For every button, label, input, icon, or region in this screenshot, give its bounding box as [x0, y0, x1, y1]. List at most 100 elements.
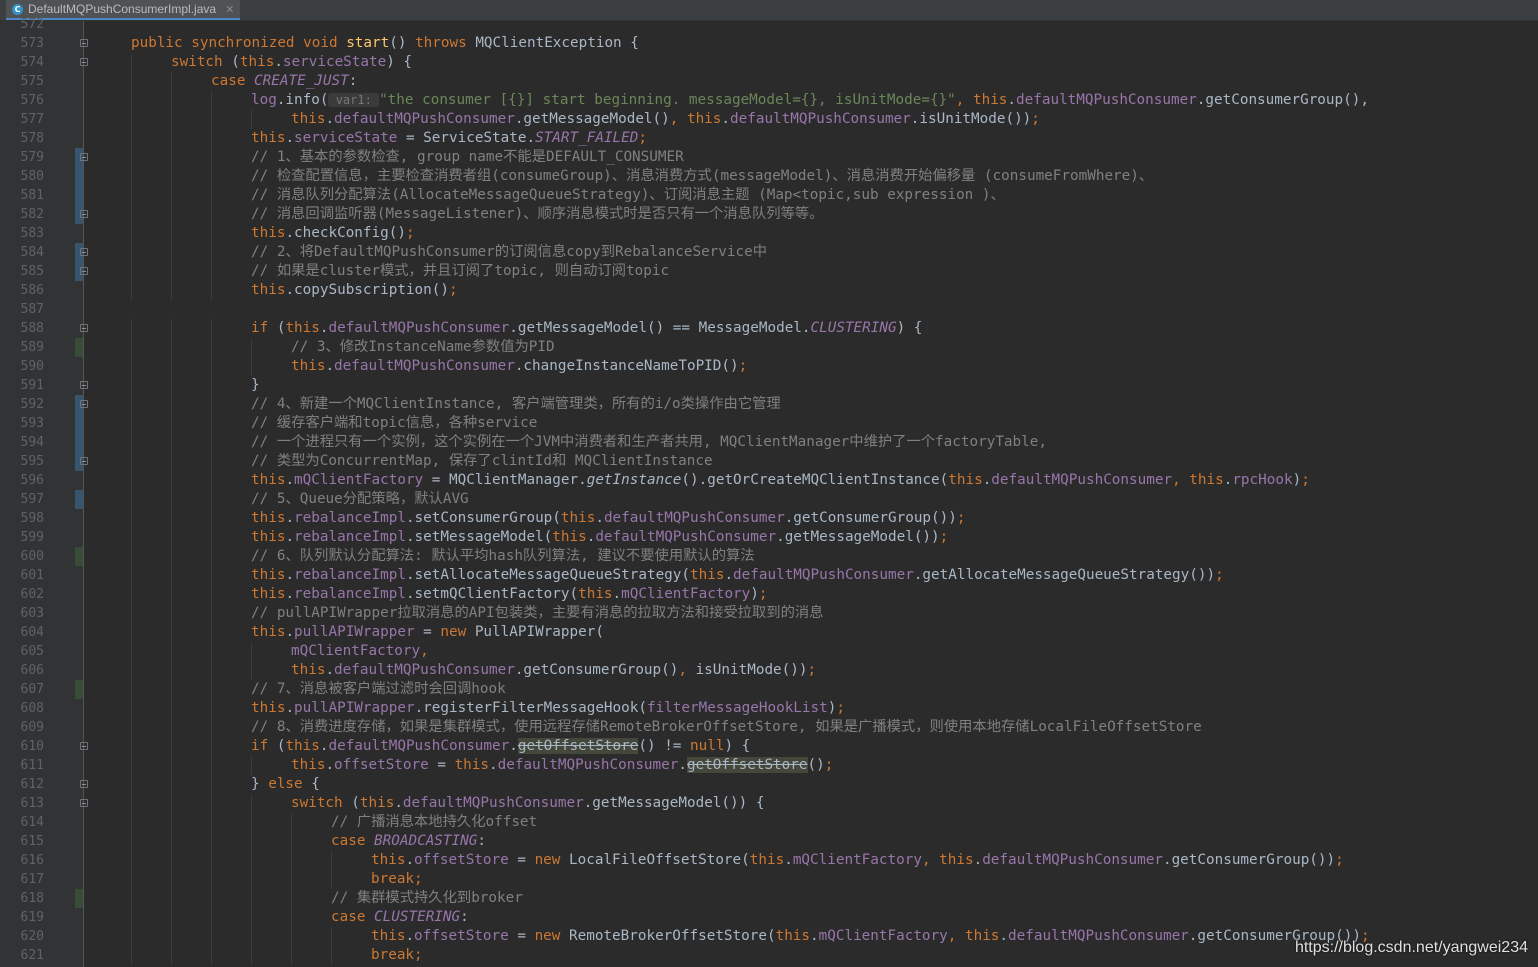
code-token: = ServiceState.	[405, 130, 536, 146]
code-token: this	[948, 472, 983, 488]
code-line[interactable]: 607 // 7、消息被客户端过滤时会回调hook	[0, 680, 1538, 699]
code-line[interactable]: 597 // 5、Queue分配策略，默认AVG	[0, 490, 1538, 509]
code-line[interactable]: 572	[0, 15, 1538, 34]
code-line[interactable]: 585 // 如果是cluster模式，并且订阅了topic, 则自动订阅topi…	[0, 262, 1538, 281]
fold-icon[interactable]	[80, 39, 88, 47]
code-line[interactable]: 573 public synchronized void start() thro…	[0, 34, 1538, 53]
vcs-added-marker[interactable]	[75, 889, 83, 908]
fold-icon[interactable]	[80, 381, 88, 389]
code-line[interactable]: 590 this.defaultMQPushConsumer.changeInst…	[0, 357, 1538, 376]
code-line[interactable]: 578 this.serviceState = ServiceState.STAR…	[0, 129, 1538, 148]
code-text: this.pullAPIWrapper = new PullAPIWrapper…	[251, 623, 604, 642]
code-token: ;	[939, 529, 949, 545]
indent-guide	[131, 72, 132, 91]
code-line[interactable]: 611 this.offsetStore = this.defaultMQPush…	[0, 756, 1538, 775]
code-line[interactable]: 614 // 广播消息本地持久化offset	[0, 813, 1538, 832]
code-token: ,	[921, 852, 940, 868]
indent-guide	[171, 281, 172, 300]
code-line[interactable]: 592 // 4、新建一个MQClientInstance, 客户端管理类，所有的…	[0, 395, 1538, 414]
code-line[interactable]: 604 this.pullAPIWrapper = new PullAPIWrap…	[0, 623, 1538, 642]
code-line[interactable]: 608 this.pullAPIWrapper.registerFilterMes…	[0, 699, 1538, 718]
code-line[interactable]: 618 // 集群模式持久化到broker	[0, 889, 1538, 908]
code-line[interactable]: 587	[0, 300, 1538, 319]
code-line[interactable]: 619 case CLUSTERING:	[0, 908, 1538, 927]
vcs-modified-marker[interactable]	[75, 186, 83, 205]
code-token: new	[534, 852, 569, 868]
close-icon[interactable]: ✕	[225, 3, 234, 16]
fold-icon[interactable]	[80, 248, 88, 256]
code-token: ,	[955, 92, 973, 108]
indent-guide	[171, 604, 172, 623]
code-line[interactable]: 594 // 一个进程只有一个实例，这个实例在一个JVM中消费者和生产者共用, M…	[0, 433, 1538, 452]
vcs-modified-marker[interactable]	[75, 433, 83, 452]
fold-icon[interactable]	[80, 400, 88, 408]
code-line[interactable]: 574 switch (this.serviceState) {	[0, 53, 1538, 72]
indent-guide	[171, 832, 172, 851]
vcs-modified-marker[interactable]	[75, 414, 83, 433]
indent-guide	[171, 129, 172, 148]
code-token: defaultMQPushConsumer	[334, 111, 515, 127]
code-line[interactable]: 598 this.rebalanceImpl.setConsumerGroup(t…	[0, 509, 1538, 528]
code-line[interactable]: 579 // 1、基本的参数检查, group name不能是DEFAULT_CO…	[0, 148, 1538, 167]
code-line[interactable]: 609 // 8、消费进度存储，如果是集群模式，使用远程存储RemoteBroke…	[0, 718, 1538, 737]
code-line[interactable]: 599 this.rebalanceImpl.setMessageModel(th…	[0, 528, 1538, 547]
code-line[interactable]: 588 if (this.defaultMQPushConsumer.getMes…	[0, 319, 1538, 338]
fold-icon[interactable]	[80, 153, 88, 161]
code-line[interactable]: 596 this.mQClientFactory = MQClientManage…	[0, 471, 1538, 490]
code-line[interactable]: 602 this.rebalanceImpl.setmQClientFactory…	[0, 585, 1538, 604]
fold-icon[interactable]	[80, 267, 88, 275]
code-line[interactable]: 615 case BROADCASTING:	[0, 832, 1538, 851]
code-line[interactable]: 613 switch (this.defaultMQPushConsumer.ge…	[0, 794, 1538, 813]
code-line[interactable]: 580 // 检查配置信息，主要检查消费者组(consumeGroup)、消息消费…	[0, 167, 1538, 186]
fold-icon[interactable]	[80, 742, 88, 750]
code-line[interactable]: 591}	[0, 376, 1538, 395]
code-line[interactable]: 584 // 2、将DefaultMQPushConsumer的订阅信息copy到…	[0, 243, 1538, 262]
indent-guide	[211, 566, 212, 585]
code-line[interactable]: 610 if (this.defaultMQPushConsumer.getOff…	[0, 737, 1538, 756]
code-line[interactable]: 586 this.copySubscription();	[0, 281, 1538, 300]
indent-guide	[171, 680, 172, 699]
code-line[interactable]: 605 mQClientFactory,	[0, 642, 1538, 661]
code-text: // 7、消息被客户端过滤时会回调hook	[251, 680, 506, 699]
code-token: // 广播消息本地持久化offset	[331, 814, 538, 830]
line-number: 608	[20, 701, 44, 716]
code-line[interactable]: 575 case CREATE_JUST:	[0, 72, 1538, 91]
indent-guide	[131, 927, 132, 946]
fold-icon[interactable]	[80, 780, 88, 788]
code-line[interactable]: 617 break;	[0, 870, 1538, 889]
code-line[interactable]: 583 this.checkConfig();	[0, 224, 1538, 243]
code-token: PullAPIWrapper(	[474, 624, 604, 640]
code-line[interactable]: 595 // 类型为ConcurrentMap, 保存了clintId和 MQCl…	[0, 452, 1538, 471]
fold-icon[interactable]	[80, 457, 88, 465]
vcs-added-marker[interactable]	[75, 547, 83, 566]
line-number: 600	[20, 549, 44, 564]
vcs-modified-marker[interactable]	[75, 490, 83, 509]
code-line[interactable]: 589 // 3、修改InstanceName参数值为PID	[0, 338, 1538, 357]
code-token: defaultMQPushConsumer	[595, 529, 777, 545]
code-line[interactable]: 582 // 消息回调监听器(MessageListener)、顺序消息模式时是否…	[0, 205, 1538, 224]
code-line[interactable]: 576 log.info( var1: "the consumer [{}] st…	[0, 91, 1538, 110]
code-line[interactable]: 606 this.defaultMQPushConsumer.getConsume…	[0, 661, 1538, 680]
code-line[interactable]: 600 // 6、队列默认分配算法: 默认平均hash队列算法, 建议不要使用默认…	[0, 547, 1538, 566]
vcs-added-marker[interactable]	[75, 338, 83, 357]
code-line[interactable]: 601 this.rebalanceImpl.setAllocateMessage…	[0, 566, 1538, 585]
fold-icon[interactable]	[80, 210, 88, 218]
code-line[interactable]: 581 // 消息队列分配算法(AllocateMessageQueueStrat…	[0, 186, 1538, 205]
code-token: defaultMQPushConsumer	[991, 472, 1173, 488]
code-line[interactable]: 577 this.defaultMQPushConsumer.getMessage…	[0, 110, 1538, 129]
fold-icon[interactable]	[80, 799, 88, 807]
indent-guide	[211, 376, 212, 395]
indent-guide	[211, 205, 212, 224]
fold-icon[interactable]	[80, 324, 88, 332]
vcs-modified-marker[interactable]	[75, 167, 83, 186]
vcs-added-marker[interactable]	[75, 680, 83, 699]
code-token: .getMessageModel()	[514, 111, 670, 127]
code-editor[interactable]: 572 573 public synchronized void start() t…	[0, 15, 1538, 965]
fold-icon[interactable]	[80, 58, 88, 66]
code-line[interactable]: 603 // pullAPIWrapper拉取消息的API包装类，主要有消息的拉取…	[0, 604, 1538, 623]
code-line[interactable]: 616 this.offsetStore = new LocalFileOffse…	[0, 851, 1538, 870]
code-line[interactable]: 593 // 缓存客户端和topic信息，各种service	[0, 414, 1538, 433]
indent-guide	[131, 338, 132, 357]
code-text: this.offsetStore = this.defaultMQPushCon…	[291, 756, 833, 775]
code-line[interactable]: 612} else {	[0, 775, 1538, 794]
